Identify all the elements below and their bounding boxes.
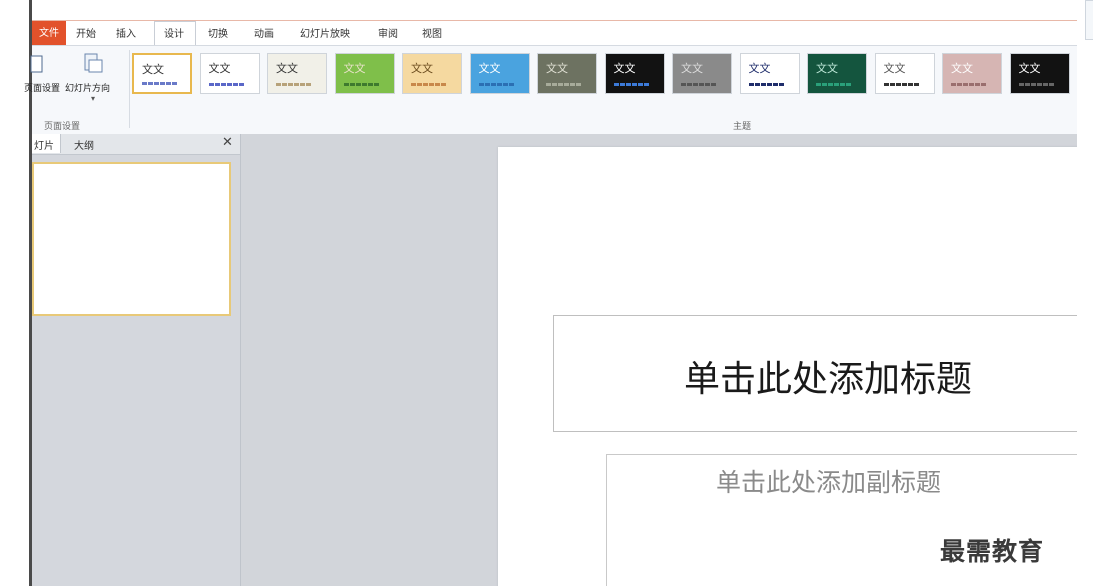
subtitle-placeholder-text: 单击此处添加副标题 <box>716 468 942 497</box>
tab-outline[interactable]: 大纲 <box>74 137 94 152</box>
theme-thumbnail[interactable]: 文文 <box>132 53 192 94</box>
theme-color-swatch <box>1018 83 1055 86</box>
theme-color-swatch <box>883 83 920 86</box>
theme-sample-text: 文文 <box>681 62 703 75</box>
theme-thumbnail[interactable]: 文文 <box>672 53 732 94</box>
tab-insert[interactable]: 插入 <box>116 25 136 40</box>
theme-color-swatch <box>546 83 582 86</box>
theme-color-swatch <box>208 83 245 86</box>
ribbon-tab-bar: 文件 开始 插入 设计 切换 动画 幻灯片放映 审阅 视图 <box>32 20 1077 46</box>
slide-editing-area: 单击此处添加标题 单击此处添加副标题 <box>241 134 1093 586</box>
themes-group-label: 主题 <box>733 122 752 132</box>
title-placeholder[interactable]: 单击此处添加标题 <box>553 315 1093 432</box>
theme-sample-text: 文文 <box>208 62 231 75</box>
theme-thumbnail[interactable]: 文文 <box>267 53 327 94</box>
theme-sample-text: 文文 <box>343 62 366 75</box>
tab-design-label: 设计 <box>164 29 184 40</box>
window-right-edge <box>1077 0 1093 586</box>
theme-color-swatch <box>681 83 717 86</box>
theme-thumbnail[interactable]: 文文 <box>739 53 800 94</box>
tab-home[interactable]: 开始 <box>76 25 96 40</box>
theme-sample-text: 文文 <box>478 62 501 75</box>
theme-sample-text: 文文 <box>816 62 838 75</box>
theme-color-swatch <box>613 83 650 86</box>
theme-thumbnail[interactable]: 文文 <box>807 53 867 94</box>
tab-transitions[interactable]: 切换 <box>208 25 228 40</box>
theme-thumbnail[interactable]: 文文 <box>402 53 462 94</box>
theme-color-swatch <box>951 83 987 86</box>
theme-color-swatch <box>411 83 447 86</box>
page-setup-group-label: 页面设置 <box>44 122 81 132</box>
theme-sample-text: 文文 <box>1018 62 1041 75</box>
theme-sample-text: 文文 <box>613 62 636 75</box>
watermark-logo: 最需教育 <box>940 537 1045 566</box>
side-tab <box>1085 0 1093 40</box>
theme-thumbnail[interactable]: 文文 <box>537 53 597 94</box>
panel-tabs: 灯片 大纲 ✕ <box>32 134 240 155</box>
tab-slides[interactable]: 灯片 <box>32 134 61 153</box>
ribbon-design: 页面设置 幻灯片方向 ▾ 页面设置 文文 文文 文文 文文 文文 文文 文文 文文 文文 文文 文文… <box>24 45 1077 135</box>
tab-slides-label: 灯片 <box>34 141 54 152</box>
theme-color-swatch <box>816 83 852 86</box>
theme-sample-text: 文文 <box>748 62 771 75</box>
theme-color-swatch <box>343 83 380 86</box>
tab-design[interactable]: 设计 <box>154 21 196 46</box>
tab-review[interactable]: 审阅 <box>378 25 398 40</box>
tab-file[interactable]: 文件 <box>32 21 66 46</box>
theme-thumbnail[interactable]: 文文 <box>604 53 665 94</box>
close-icon[interactable]: ✕ <box>222 135 233 150</box>
theme-thumbnail[interactable]: 文文 <box>334 53 395 94</box>
tab-view[interactable]: 视图 <box>422 25 442 40</box>
theme-color-swatch <box>478 83 515 86</box>
slide[interactable]: 单击此处添加标题 单击此处添加副标题 <box>498 147 1093 586</box>
theme-color-swatch <box>142 82 178 85</box>
theme-sample-text: 文文 <box>142 63 164 76</box>
theme-thumbnail[interactable]: 文文 <box>199 53 260 94</box>
theme-sample-text: 文文 <box>411 62 433 75</box>
theme-thumbnail[interactable]: 文文 <box>874 53 935 94</box>
theme-color-swatch <box>748 83 785 86</box>
theme-thumbnail[interactable]: 文文 <box>1009 53 1070 94</box>
theme-thumbnail[interactable]: 文文 <box>942 53 1002 94</box>
theme-sample-text: 文文 <box>276 62 298 75</box>
tab-animations[interactable]: 动画 <box>254 25 274 40</box>
theme-sample-text: 文文 <box>546 62 568 75</box>
tab-slideshow[interactable]: 幻灯片放映 <box>300 25 350 40</box>
theme-sample-text: 文文 <box>951 62 973 75</box>
theme-color-swatch <box>276 83 312 86</box>
title-placeholder-text: 单击此处添加标题 <box>684 359 973 400</box>
powerpoint-window: 文件 开始 插入 设计 切换 动画 幻灯片放映 审阅 视图 页面设置 幻灯片方向… <box>0 0 1093 586</box>
themes-gallery: 文文 文文 文文 文文 文文 文文 文文 文文 文文 文文 文文 文文 文文 文文 <box>32 46 1077 116</box>
slide-thumbnail[interactable] <box>32 162 231 316</box>
theme-thumbnail[interactable]: 文文 <box>469 53 530 94</box>
slides-panel: 灯片 大纲 ✕ <box>32 134 241 586</box>
theme-sample-text: 文文 <box>883 62 906 75</box>
